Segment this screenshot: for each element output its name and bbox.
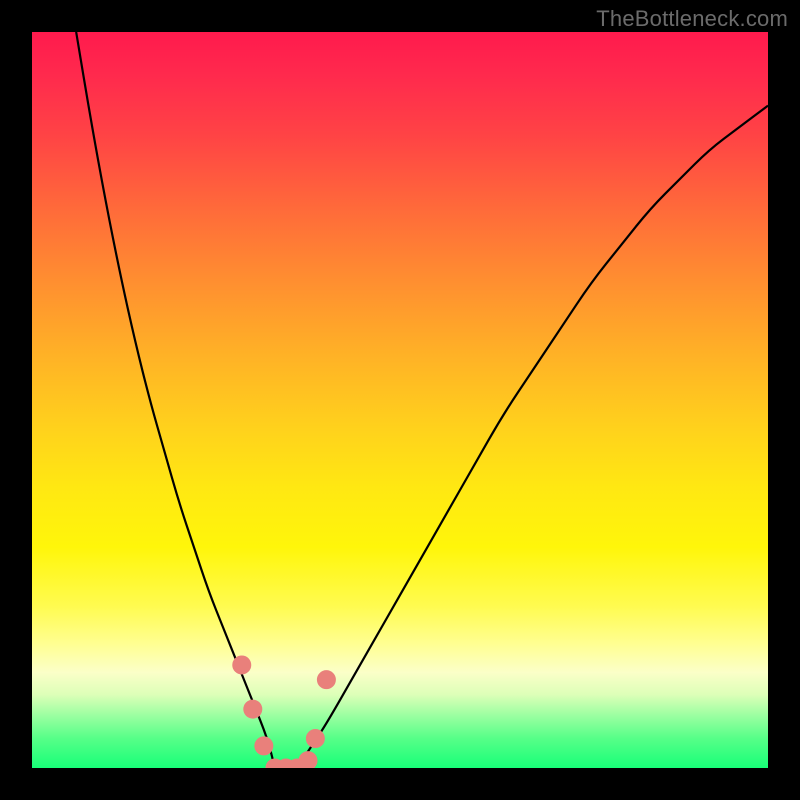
- curve-right: [297, 106, 768, 768]
- watermark-text: TheBottleneck.com: [596, 6, 788, 32]
- marker-dot: [317, 670, 336, 689]
- marker-dot: [254, 736, 273, 755]
- marker-dot: [306, 729, 325, 748]
- marker-dot: [243, 700, 262, 719]
- marker-dot: [299, 751, 318, 768]
- chart-frame: TheBottleneck.com: [0, 0, 800, 800]
- chart-svg: [32, 32, 768, 768]
- plot-area: [32, 32, 768, 768]
- marker-group: [232, 655, 336, 768]
- marker-dot: [232, 655, 251, 674]
